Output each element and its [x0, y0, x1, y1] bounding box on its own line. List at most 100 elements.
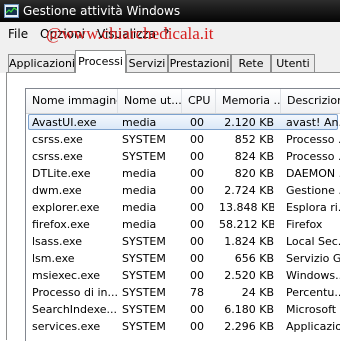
cell-description: Firefox	[286, 218, 323, 231]
cell-image-name: dwm.exe	[32, 184, 82, 197]
table-row[interactable]: msiexec.exe SYSTEM 00 2.520 KB Windows...	[26, 267, 340, 284]
cell-user-name: SYSTEM	[122, 235, 166, 248]
table-row[interactable]: firefox.exe media 00 58.212 KB Firefox	[26, 216, 340, 233]
cell-description: Processo ...	[286, 150, 340, 163]
cell-cpu: 00	[190, 133, 204, 146]
cell-description: Windows...	[286, 269, 340, 282]
cell-memory: 820 KB	[234, 167, 274, 180]
cell-description: Gestione ...	[286, 184, 340, 197]
cell-memory: 2.724 KB	[224, 184, 274, 197]
cell-memory: 6.180 KB	[224, 303, 274, 316]
cell-user-name: media	[122, 116, 157, 129]
column-label: Memoria ...	[222, 94, 281, 107]
cell-image-name: services.exe	[32, 320, 101, 333]
table-row[interactable]: csrss.exe SYSTEM 00 824 KB Processo ...	[26, 148, 340, 165]
cell-description: Applicazio...	[286, 320, 340, 333]
column-label: Nome immagine	[32, 94, 118, 107]
menu-bar: File Opzioni Visualizza ?	[0, 22, 340, 46]
tab-servizi[interactable]: Servizi	[126, 54, 168, 72]
cell-user-name: media	[122, 184, 157, 197]
table-row[interactable]: lsm.exe SYSTEM 00 656 KB Servizio G...	[26, 250, 340, 267]
tab-prestazioni[interactable]: Prestazioni	[168, 54, 231, 72]
table-row[interactable]: Processo di in... SYSTEM 78 24 KB Percentu..…	[26, 284, 340, 301]
cell-user-name: SYSTEM	[122, 269, 166, 282]
title-bar[interactable]: Gestione attività Windows	[0, 0, 340, 22]
cell-image-name: SearchIndexe...	[32, 303, 117, 316]
menu-help[interactable]: ?	[163, 27, 169, 41]
table-row[interactable]: csrss.exe SYSTEM 00 852 KB Processo ...	[26, 131, 340, 148]
process-list[interactable]: Nome immagine Nome ut... CPU Memoria ...…	[25, 88, 340, 341]
cell-memory: 1.824 KB	[224, 235, 274, 248]
cell-user-name: SYSTEM	[122, 303, 166, 316]
cell-memory: 2.296 KB	[224, 320, 274, 333]
cell-cpu: 00	[190, 116, 204, 129]
cell-memory: 656 KB	[234, 252, 274, 265]
table-row[interactable]: SearchIndexe... SYSTEM 00 6.180 KB Microsoft…	[26, 301, 340, 318]
column-header-memory[interactable]: Memoria ...▲	[216, 89, 281, 113]
cell-user-name: SYSTEM	[122, 252, 166, 265]
cell-user-name: media	[122, 218, 157, 231]
column-label: CPU	[188, 94, 211, 107]
table-row[interactable]: DTLite.exe media 00 820 KB DAEMON ...	[26, 165, 340, 182]
task-manager-icon	[4, 4, 19, 18]
table-row[interactable]: AvastUI.exe media 00 2.120 KB avast! An...	[26, 114, 340, 131]
cell-cpu: 00	[190, 184, 204, 197]
cell-image-name: msiexec.exe	[32, 269, 101, 282]
tab-applicazioni[interactable]: Applicazioni	[8, 54, 75, 72]
cell-cpu: 00	[190, 320, 204, 333]
cell-memory: 24 KB	[241, 286, 274, 299]
cell-description: Servizio G...	[286, 252, 340, 265]
cell-description: DAEMON ...	[286, 167, 340, 180]
column-header-cpu[interactable]: CPU	[182, 89, 216, 113]
cell-cpu: 00	[190, 218, 204, 231]
cell-image-name: csrss.exe	[32, 133, 83, 146]
table-row[interactable]: lsass.exe SYSTEM 00 1.824 KB Local Sec...	[26, 233, 340, 250]
cell-description: avast! An...	[286, 116, 340, 129]
menu-opzioni[interactable]: Opzioni	[40, 27, 85, 41]
cell-cpu: 00	[190, 167, 204, 180]
cell-user-name: SYSTEM	[122, 133, 166, 146]
cell-memory: 824 KB	[234, 150, 274, 163]
cell-user-name: SYSTEM	[122, 286, 166, 299]
table-row[interactable]: dwm.exe media 00 2.724 KB Gestione ...	[26, 182, 340, 199]
tab-strip: Applicazioni Processi Servizi Prestazion…	[0, 45, 340, 73]
cell-cpu: 78	[190, 286, 204, 299]
cell-image-name: Processo di in...	[32, 286, 118, 299]
cell-cpu: 00	[190, 150, 204, 163]
cell-cpu: 00	[190, 269, 204, 282]
column-label: Nome ut...	[124, 94, 182, 107]
cell-cpu: 00	[190, 235, 204, 248]
tab-processi[interactable]: Processi	[75, 50, 126, 73]
cell-memory: 2.520 KB	[224, 269, 274, 282]
cell-memory: 852 KB	[234, 133, 274, 146]
window-title: Gestione attività Windows	[23, 4, 181, 18]
column-header-user-name[interactable]: Nome ut...	[118, 89, 182, 113]
cell-memory: 13.848 KB	[219, 201, 274, 214]
cell-cpu: 00	[190, 303, 204, 316]
cell-user-name: media	[122, 167, 157, 180]
cell-image-name: explorer.exe	[32, 201, 100, 214]
cell-description: Percentu...	[286, 286, 340, 299]
menu-visualizza[interactable]: Visualizza	[97, 27, 156, 41]
cell-image-name: csrss.exe	[32, 150, 83, 163]
table-row[interactable]: explorer.exe media 00 13.848 KB Esplora ri..…	[26, 199, 340, 216]
cell-image-name: lsm.exe	[32, 252, 75, 265]
tab-rete[interactable]: Rete	[231, 54, 271, 72]
cell-cpu: 00	[190, 201, 204, 214]
column-header-image-name[interactable]: Nome immagine	[26, 89, 118, 113]
cell-memory: 58.212 KB	[219, 218, 274, 231]
cell-description: Microsoft ...	[286, 303, 340, 316]
cell-description: Local Sec...	[286, 235, 340, 248]
tab-utenti[interactable]: Utenti	[271, 54, 315, 72]
table-row[interactable]: services.exe SYSTEM 00 2.296 KB Applicazio..…	[26, 318, 340, 335]
menu-file[interactable]: File	[8, 27, 28, 41]
cell-memory: 2.120 KB	[224, 116, 274, 129]
task-manager-window: Gestione attività Windows File Opzioni V…	[0, 0, 340, 341]
cell-image-name: lsass.exe	[32, 235, 82, 248]
cell-description: Processo ...	[286, 133, 340, 146]
column-header: Nome immagine Nome ut... CPU Memoria ...…	[26, 89, 340, 114]
cell-image-name: DTLite.exe	[32, 167, 91, 180]
cell-user-name: SYSTEM	[122, 320, 166, 333]
column-header-description[interactable]: Descrizione	[281, 89, 340, 113]
cell-description: Esplora ri...	[286, 201, 340, 214]
